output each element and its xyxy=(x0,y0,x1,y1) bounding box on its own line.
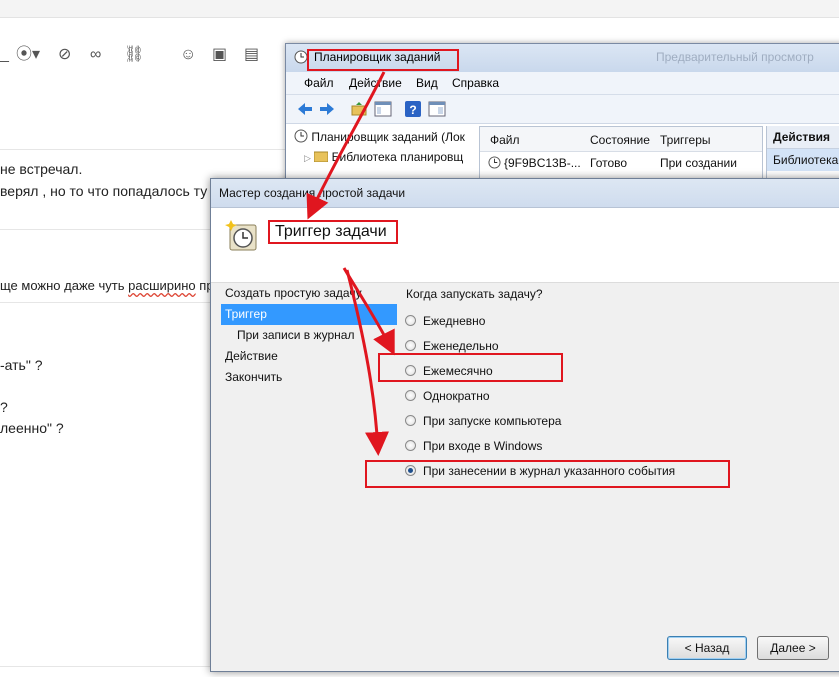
scheduler-menu-bar: Файл Действие Вид Справка xyxy=(286,72,839,95)
expand-arrow-icon[interactable]: ▷ xyxy=(304,153,311,163)
menu-view[interactable]: Вид xyxy=(416,76,438,90)
fingerprint-icon[interactable]: ⦿▾ xyxy=(16,46,40,64)
svg-text:?: ? xyxy=(409,103,416,117)
task-list-header: Файл Состояние Триггеры xyxy=(480,127,762,152)
link-icon[interactable]: ⛓ xyxy=(124,46,144,64)
option-label: Однократно xyxy=(423,389,490,403)
step-on-event-log[interactable]: При записи в журнал xyxy=(221,325,397,346)
wizard-title-bar: Мастер создания простой задачи xyxy=(211,179,839,208)
create-basic-task-wizard: Мастер создания простой задачи Триггер з… xyxy=(210,178,839,672)
clock-icon xyxy=(294,129,308,143)
option-label: При запуске компьютера xyxy=(423,414,562,428)
editor-toolbar: _ ⦿▾ ⊘ ∞ ⛓ ☺ ▣ ▤ xyxy=(0,38,300,74)
post-text-fragment: ще можно даже чуть расширино пр xyxy=(0,278,214,293)
spoiler-icon[interactable]: ∞ xyxy=(90,46,101,64)
menu-help[interactable]: Справка xyxy=(452,76,499,90)
column-header-state[interactable]: Состояние xyxy=(590,133,650,147)
tree-item-label: Библиотека планировщ xyxy=(331,150,464,164)
task-trigger: При создании xyxy=(660,156,737,170)
clock-icon xyxy=(294,50,308,67)
radio-button[interactable] xyxy=(405,440,416,451)
back-button[interactable]: < Назад xyxy=(667,636,747,660)
up-folder-icon[interactable] xyxy=(350,100,368,118)
step-action[interactable]: Действие xyxy=(221,346,397,367)
step-finish[interactable]: Закончить xyxy=(221,367,397,388)
table-row[interactable]: {9F9BC13B-... Готово При создании xyxy=(480,152,762,174)
image-icon[interactable]: ▣ xyxy=(212,46,227,64)
highlight-event-option xyxy=(365,460,730,488)
editor-top-strip xyxy=(0,0,839,18)
post-text-line: верял , но то что попадалось ту xyxy=(0,183,208,199)
editor-divider xyxy=(0,149,300,150)
clock-icon xyxy=(488,156,501,172)
post-text-line: -ать" ? xyxy=(0,357,43,373)
task-clock-icon xyxy=(225,218,259,255)
post-text-line: ? xyxy=(0,399,8,415)
tree-item-label: Планировщик заданий (Лок xyxy=(311,130,465,144)
next-button[interactable]: Далее > xyxy=(757,636,829,660)
tree-item-root[interactable]: Планировщик заданий (Лок xyxy=(294,127,474,147)
column-header-file[interactable]: Файл xyxy=(490,133,520,147)
radio-button[interactable] xyxy=(405,390,416,401)
console-tree-icon[interactable] xyxy=(374,100,392,118)
trigger-question: Когда запускать задачу? xyxy=(406,287,543,301)
menu-file[interactable]: Файл xyxy=(304,76,334,90)
folder-icon xyxy=(313,151,329,163)
wizard-steps-nav: Создать простую задачу Триггер При запис… xyxy=(221,283,397,388)
gallery-icon[interactable]: ▤ xyxy=(244,46,259,64)
column-header-triggers[interactable]: Триггеры xyxy=(660,133,711,147)
back-arrow-icon[interactable] xyxy=(296,100,314,118)
smile-icon[interactable]: ☺ xyxy=(180,46,196,64)
radio-button[interactable] xyxy=(405,415,416,426)
step-trigger[interactable]: Триггер xyxy=(221,304,397,325)
option-label: Ежедневно xyxy=(423,314,486,328)
highlight-scheduler-title xyxy=(307,49,459,71)
help-icon[interactable]: ? xyxy=(404,100,422,118)
forward-arrow-icon[interactable] xyxy=(318,100,336,118)
highlight-trigger-heading xyxy=(268,220,398,244)
menu-action[interactable]: Действие xyxy=(349,76,402,90)
task-state: Готово xyxy=(590,156,628,170)
highlight-monthly-option xyxy=(378,353,563,382)
scheduler-toolbar: ? xyxy=(286,95,839,124)
underline-icon[interactable]: _ xyxy=(0,46,9,64)
task-name: {9F9BC13B-... xyxy=(504,156,581,170)
step-create-task[interactable]: Создать простую задачу xyxy=(221,283,397,304)
radio-button[interactable] xyxy=(405,340,416,351)
post-text-line: не встречал. xyxy=(0,161,83,177)
radio-button[interactable] xyxy=(405,315,416,326)
post-text-line: леенно" ? xyxy=(0,420,64,436)
scheduler-tree: Планировщик заданий (Лок ▷ Библиотека пл… xyxy=(294,127,474,167)
action-pane-icon[interactable] xyxy=(428,100,446,118)
tree-item-library[interactable]: ▷ Библиотека планировщ xyxy=(294,147,474,167)
actions-header: Действия xyxy=(767,126,839,149)
hide-icon[interactable]: ⊘ xyxy=(58,46,71,64)
preview-title: Предварительный просмотр xyxy=(656,50,814,64)
wizard-title: Мастер создания простой задачи xyxy=(219,186,406,200)
post-text-line: ще можно даже чуть расширино пр xyxy=(0,278,214,293)
actions-item-library[interactable]: Библиотека xyxy=(767,149,839,171)
option-label: При входе в Windows xyxy=(423,439,543,453)
